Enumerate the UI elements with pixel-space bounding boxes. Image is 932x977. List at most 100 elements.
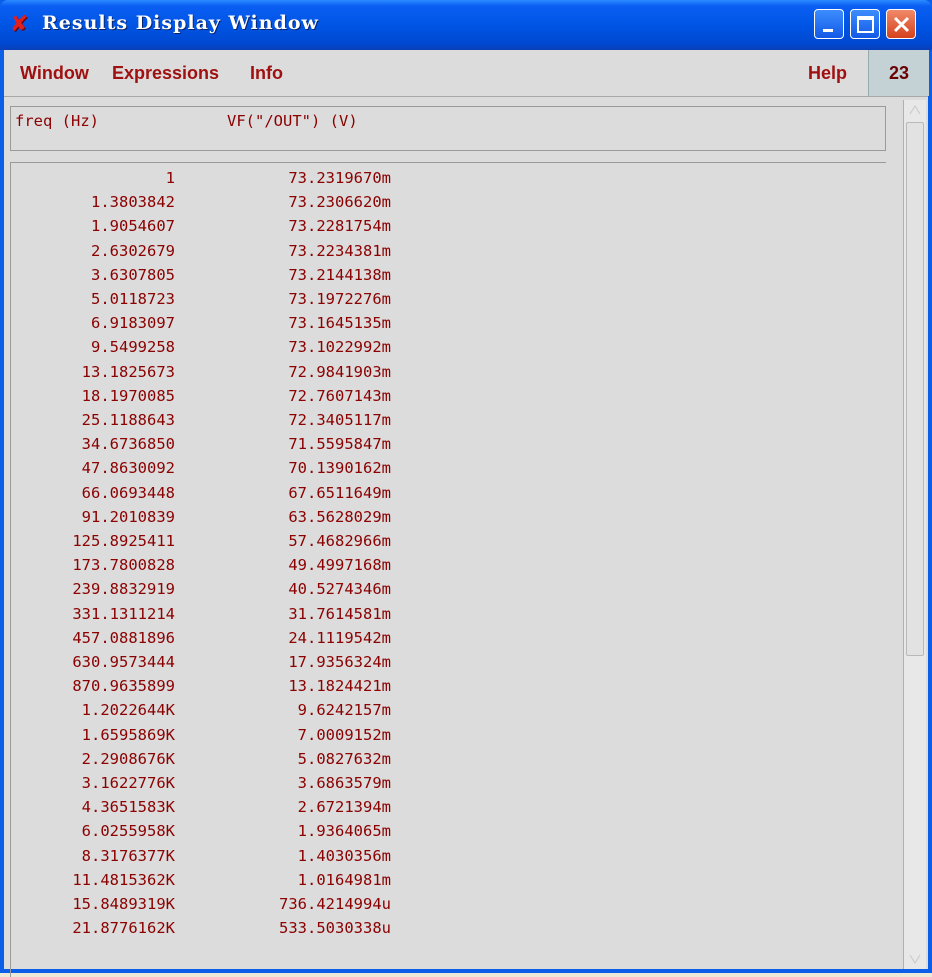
table-row: 173.7800828 49.4997168m [11,556,871,580]
results-table[interactable]: 1 73.2319670m 1.3803842 73.2306620m 1.905460… [10,162,886,977]
cell-vf: 533.5030338u [279,919,391,938]
cell-freq: 6.9183097 [91,314,175,333]
minimize-icon [823,29,833,32]
cell-vf: 49.4997168m [288,556,391,575]
table-row: 457.0881896 24.1119542m [11,629,871,653]
cell-freq: 13.1825673 [81,362,175,381]
cell-freq: 870.9635899 [72,677,175,696]
scroll-down-button[interactable] [904,949,926,969]
cell-freq: 1 [165,169,175,187]
table-row: 1.9054607 73.2281754m [11,217,871,241]
cell-vf: 73.2234381m [288,241,391,260]
cell-vf: 73.2281754m [288,217,391,236]
cell-freq: 8.3176377K [81,846,175,865]
table-row: 1.3803842 73.2306620m [11,193,871,217]
menu-expressions[interactable]: Expressions [112,63,219,84]
cell-freq: 21.8776162K [72,919,175,938]
cell-freq: 630.9573444 [72,653,175,671]
table-row: 1.2022644K 9.6242157m [11,701,871,725]
menu-help[interactable]: Help [808,63,847,84]
cell-freq: 3.6307805 [91,265,175,284]
cell-vf: 72.7607143m [288,386,391,405]
menu-window[interactable]: Window [20,63,89,84]
table-row: 331.1311214 31.7614581m [11,605,871,629]
cell-freq: 1.2022644K [81,701,175,720]
cell-vf: 71.5595847m [288,435,391,454]
cell-freq: 1.9054607 [91,217,175,236]
header-vf: VF("/OUT") (V) [227,112,358,130]
cell-vf: 63.5628029m [288,507,391,526]
header-freq: freq (Hz) [15,112,99,130]
cell-freq: 457.0881896 [72,628,175,647]
cell-vf: 40.5274346m [288,580,391,599]
cell-freq: 91.2010839 [81,507,175,526]
cell-vf: 5.0827632m [297,749,391,768]
cell-vf: 1.4030356m [297,846,391,865]
table-row: 18.1970085 72.7607143m [11,387,871,411]
cell-freq: 47.8630092 [81,459,175,478]
scroll-up-button[interactable] [904,100,926,120]
cell-freq: 3.1622776K [81,774,175,792]
table-row: 6.9183097 73.1645135m [11,314,871,338]
table-row: 3.6307805 73.2144138m [11,266,871,290]
client-area: Window Expressions Info Help 23 freq (Hz… [4,50,929,977]
cell-vf: 13.1824421m [288,677,391,696]
cell-vf: 57.4682966m [288,532,391,550]
table-row: 34.6736850 71.5595847m [11,435,871,459]
cell-vf: 2.6721394m [297,798,391,817]
title-bar[interactable]: ✘ Results Display Window [0,0,932,50]
table-row: 630.9573444 17.9356324m [11,653,871,677]
cell-freq: 15.8489319K [72,895,175,913]
cell-freq: 18.1970085 [81,386,175,405]
table-row: 91.2010839 63.5628029m [11,508,871,532]
cell-freq: 5.0118723 [91,290,175,308]
menu-info[interactable]: Info [250,63,283,84]
cell-vf: 73.1645135m [288,314,391,333]
cell-vf: 736.4214994u [279,895,391,913]
table-row: 15.8489319K 736.4214994u [11,895,871,919]
cell-freq: 125.8925411 [72,532,175,550]
table-row: 1.6595869K 7.0009152m [11,726,871,750]
close-button[interactable] [886,9,916,39]
cell-freq: 4.3651583K [81,798,175,817]
cell-freq: 25.1188643 [81,411,175,429]
cell-freq: 1.6595869K [81,725,175,744]
cell-freq: 6.0255958K [81,822,175,841]
cell-freq: 331.1311214 [72,604,175,623]
cell-vf: 73.2144138m [288,265,391,284]
arrow-up-icon [909,105,921,115]
cell-vf: 73.1972276m [288,290,391,308]
cell-vf: 7.0009152m [297,725,391,744]
table-row: 1 73.2319670m [11,169,871,193]
results-panel: freq (Hz) VF("/OUT") (V) 1 73.2319670m 1.3… [4,100,899,977]
table-row: 13.1825673 72.9841903m [11,363,871,387]
table-row: 8.3176377K 1.4030356m [11,847,871,871]
table-row: 3.1622776K 3.6863579m [11,774,871,798]
cell-vf: 72.3405117m [288,411,391,429]
cell-freq: 9.5499258 [91,338,175,357]
scroll-thumb[interactable] [906,122,924,656]
table-row: 21.8776162K 533.5030338u [11,919,871,943]
table-row: 870.9635899 13.1824421m [11,677,871,701]
vertical-scrollbar[interactable] [903,100,926,969]
window-title: Results Display Window [42,12,319,34]
cell-freq: 239.8832919 [72,580,175,599]
cell-vf: 67.6511649m [288,483,391,502]
table-row: 11.4815362K 1.0164981m [11,871,871,895]
close-icon [893,16,910,33]
cell-freq: 11.4815362K [72,870,175,889]
table-row: 9.5499258 73.1022992m [11,338,871,362]
cell-vf: 73.2306620m [288,193,391,212]
cell-vf: 72.9841903m [288,362,391,381]
column-header: freq (Hz) VF("/OUT") (V) [10,106,886,151]
cell-vf: 31.7614581m [288,604,391,623]
minimize-button[interactable] [814,9,844,39]
cell-vf: 70.1390162m [288,459,391,478]
cell-freq: 173.7800828 [72,556,175,575]
cell-freq: 34.6736850 [81,435,175,454]
result-counter: 23 [868,50,929,96]
maximize-icon [857,16,874,33]
maximize-button[interactable] [850,9,880,39]
cell-vf: 1.0164981m [297,870,391,889]
cell-vf: 9.6242157m [297,701,391,720]
